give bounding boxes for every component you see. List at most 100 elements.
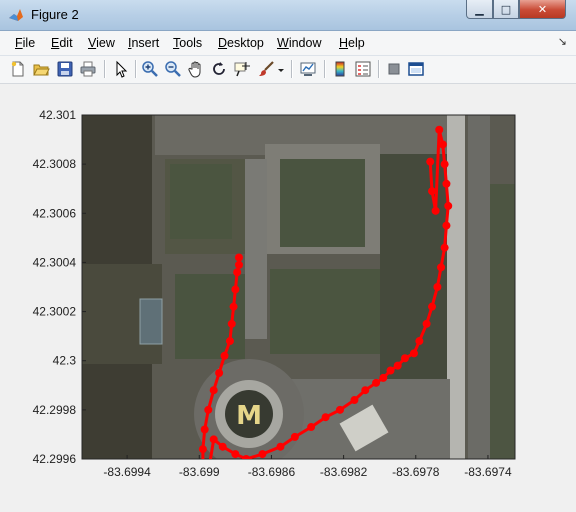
data-point [198,445,207,454]
y-tick-label: 42.3004 [33,255,77,269]
data-point [437,263,446,272]
figure-toolbar [0,56,576,84]
rotate-3d-icon[interactable] [210,60,228,78]
x-tick-label: -83.6974 [464,465,512,479]
x-tick-label: -83.699 [179,465,220,479]
zoom-in-icon[interactable] [141,60,159,78]
data-point [393,361,402,370]
x-tick-label: -83.6978 [392,465,440,479]
data-point [379,373,388,382]
data-point [442,179,451,188]
data-point [231,450,240,459]
data-point [372,378,381,387]
window-titlebar[interactable]: Figure 2 ▁ □ ✕ [0,0,576,31]
close-icon: ✕ [537,2,548,16]
data-point [231,285,240,294]
menu-window[interactable]: Window [277,36,321,50]
save-icon[interactable] [56,60,74,78]
y-tick-label: 42.3002 [33,305,77,319]
data-point [204,405,213,414]
data-point [428,187,437,196]
data-point [415,337,424,346]
data-point [438,140,447,149]
colorbar-icon[interactable] [331,60,349,78]
axes[interactable]: M 42.2996 42.2998 42.3 42.3002 42.3004 42.300… [0,84,576,512]
data-point [361,386,370,395]
maximize-icon: □ [500,2,512,16]
window-title: Figure 2 [31,7,79,22]
legend-icon[interactable] [354,60,372,78]
zoom-out-icon[interactable] [164,60,182,78]
brush-icon[interactable] [257,60,275,78]
maximize-button[interactable]: □ [493,0,519,19]
y-tick-label: 42.3008 [33,157,77,171]
x-tick-label: -83.6994 [103,465,151,479]
data-point [400,354,409,363]
data-point [307,423,316,432]
data-point [409,349,418,358]
data-point [435,125,444,134]
dock-arrow-icon[interactable]: ↘ [558,35,567,48]
data-point [433,283,442,291]
menu-view[interactable]: View [88,36,115,50]
menu-bar: File Edit View Insert Tools Desktop Wind… [0,31,576,56]
new-figure-icon[interactable] [9,60,27,78]
data-point [234,253,243,262]
print-icon[interactable] [79,60,97,78]
data-point [426,157,435,166]
data-point [440,243,449,252]
data-point [444,201,453,210]
pan-hand-icon[interactable] [187,60,205,78]
data-point [215,369,224,377]
data-point [431,206,440,215]
satellite-map-image: M [82,115,515,459]
menu-file[interactable]: File [15,36,35,50]
data-point [202,480,210,488]
data-point [350,396,359,405]
data-point [200,425,209,434]
x-tick-label: -83.6982 [320,465,368,479]
data-point [209,435,218,444]
data-cursor-icon[interactable] [233,60,251,78]
data-point [227,319,236,328]
menu-edit[interactable]: Edit [51,36,73,50]
x-tick-label: -83.6986 [248,465,296,479]
brush-dropdown-icon[interactable] [276,60,286,78]
menu-desktop[interactable]: Desktop [218,36,264,50]
data-point [428,302,437,311]
data-point [225,337,234,346]
menu-insert[interactable]: Insert [128,36,159,50]
hide-plot-tools-icon[interactable] [385,60,403,78]
menu-tools[interactable]: Tools [173,36,202,50]
y-tick-label: 42.301 [39,108,76,122]
figure-canvas[interactable]: M 42.2996 42.2998 42.3 42.3002 42.3004 42.300… [0,84,576,512]
open-file-icon[interactable] [32,60,50,78]
data-point [290,432,299,441]
data-point [218,442,227,451]
data-point [276,442,285,451]
pointer-icon[interactable] [112,60,130,78]
data-point [233,268,242,277]
data-point [321,413,330,422]
data-point [386,366,395,375]
close-button[interactable]: ✕ [519,0,566,19]
data-point [422,319,431,328]
minimize-button[interactable]: ▁ [466,0,493,19]
link-plot-icon[interactable] [299,60,317,78]
data-point [242,455,251,459]
y-tick-label: 42.2996 [33,452,77,466]
svg-text:M: M [236,401,262,431]
data-point [220,351,229,360]
data-point [440,160,449,169]
y-tick-label: 42.3 [53,354,77,368]
y-tick-label: 42.3006 [33,206,77,220]
show-plot-tools-icon[interactable] [407,60,425,78]
menu-help[interactable]: Help [339,36,365,50]
data-point [229,302,238,311]
minimize-icon: ▁ [475,2,484,16]
data-point [209,386,218,395]
data-point [442,221,451,230]
matlab-icon [9,9,23,21]
data-point [335,405,344,414]
y-tick-label: 42.2998 [33,403,77,417]
